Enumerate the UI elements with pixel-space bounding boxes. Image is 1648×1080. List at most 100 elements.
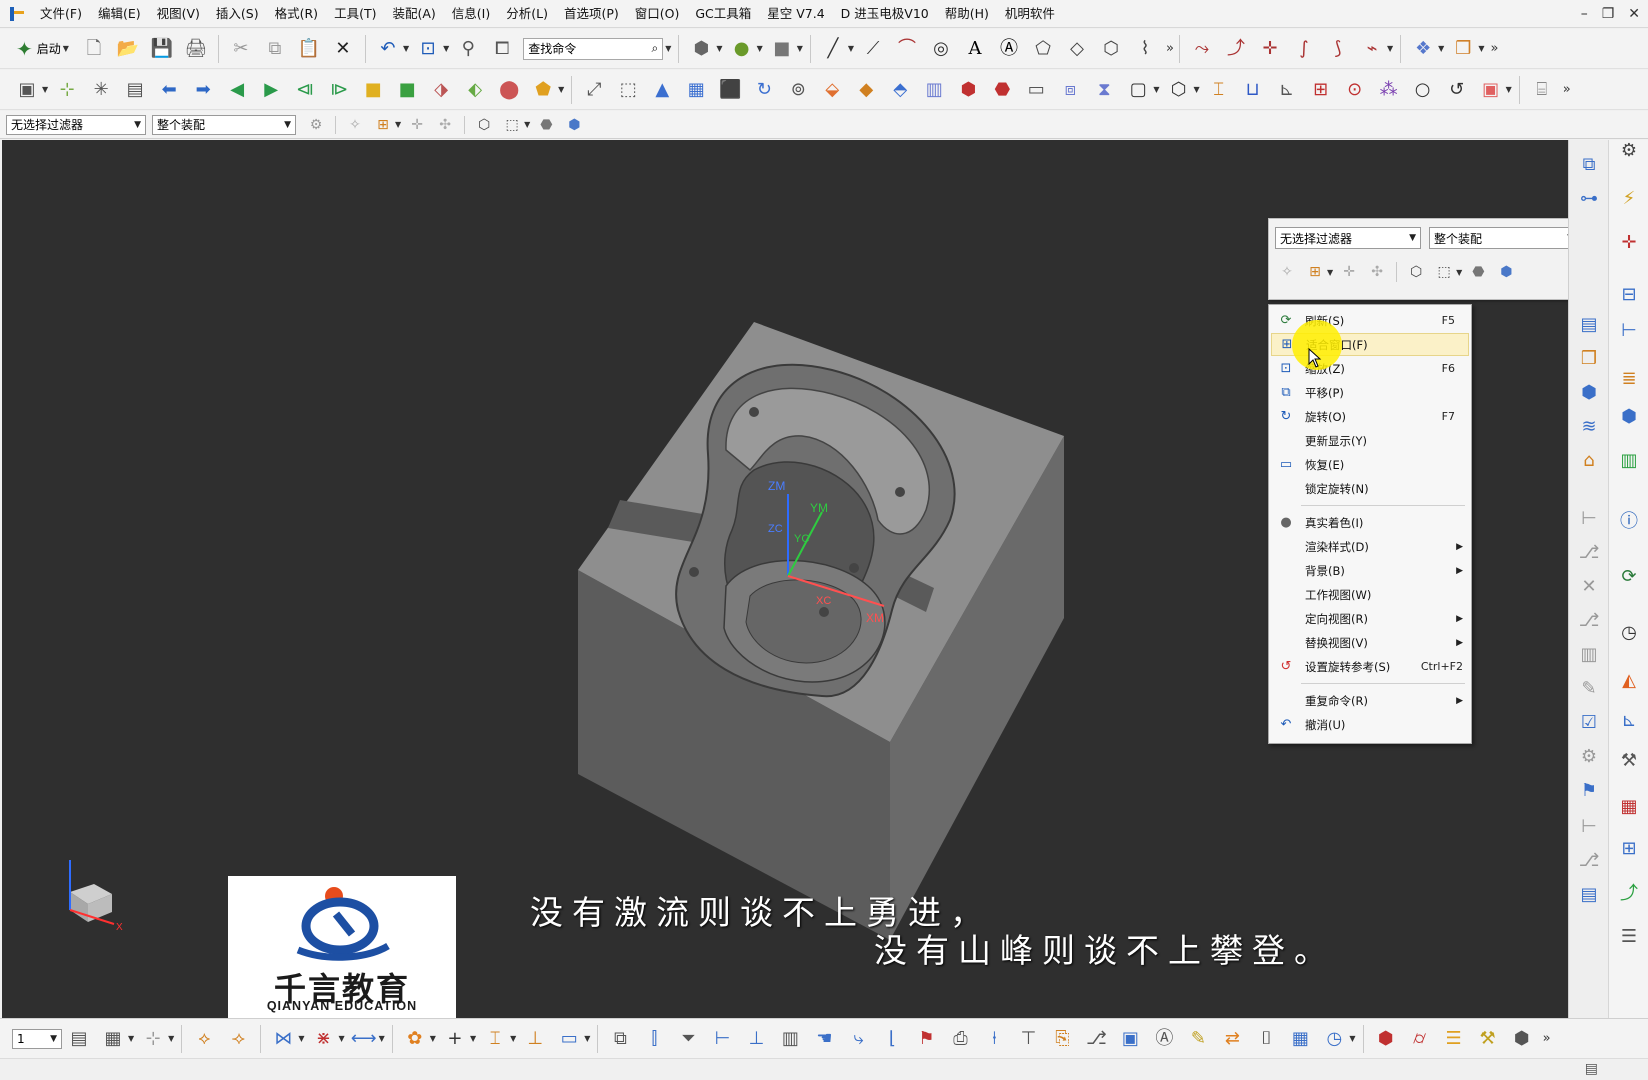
previous-view-icon[interactable]: ◀ [222,75,252,105]
color-palette-icon[interactable]: ✿ [400,1024,430,1054]
spectrum-icon[interactable]: ◭ [1615,666,1643,694]
menu-item-pan[interactable]: ⧉ 平移(P) [1271,381,1469,404]
menu-view[interactable]: 视图(V) [149,0,208,28]
command-finder-icon[interactable]: ⚲ [453,34,483,64]
polygon-icon[interactable]: ⬡ [1163,75,1193,105]
chevron-down-icon[interactable]: ▼ [1438,44,1444,53]
search-icon[interactable]: ⌕ [652,41,659,56]
chevron-down-icon[interactable]: ▼ [797,44,803,53]
cube-tool-icon[interactable]: ⬢ [1615,402,1643,430]
chevron-down-icon[interactable]: ▼ [757,44,763,53]
abs-csys-icon[interactable]: ⊹ [52,75,82,105]
chevron-down-icon[interactable]: ▼ [338,1034,344,1043]
popup-scope-dropdown[interactable]: 整个装配 ▼ [1429,227,1579,249]
check-mate-icon[interactable]: ☑ [1575,708,1603,736]
view-left-icon[interactable]: ⧏ [290,75,320,105]
swap-icon[interactable]: ⇄ [1217,1024,1247,1054]
rectangle-select-icon[interactable]: ⬚ [500,114,524,136]
measure-distance-icon[interactable]: ⟡ [189,1024,219,1054]
menu-assembly[interactable]: 装配(A) [384,0,443,28]
building-icon[interactable]: ▥ [775,1024,805,1054]
assembly-icon[interactable]: ❖ [1408,34,1438,64]
pad-icon[interactable]: ▦ [681,75,711,105]
menu-item-work-view[interactable]: 工作视图(W) [1271,583,1469,606]
move-object-icon[interactable]: ⤢ [579,75,609,105]
popup-filter-dropdown[interactable]: 无选择过滤器 ▼ [1275,227,1421,249]
refresh-doc-icon[interactable]: ⟳ [1615,562,1643,590]
chevron-down-icon[interactable]: ▼ [470,1034,476,1043]
settings-gear-icon[interactable]: ⚙ [1615,136,1643,164]
snap-end-icon[interactable]: ✣ [433,114,457,136]
wcs-icon[interactable]: ⊡ [413,34,443,64]
role-icon[interactable]: ⊢ [1575,504,1603,532]
align-left-icon[interactable]: ⊢ [707,1024,737,1054]
sketch-tool-icon[interactable]: ✎ [1575,674,1603,702]
note-icon[interactable]: ⎙ [945,1024,975,1054]
text-icon[interactable]: A [960,34,990,64]
shaded-view-icon[interactable]: ⬢ [686,34,716,64]
intersect-curve-icon[interactable]: ✛ [1255,34,1285,64]
align-bottom-icon[interactable]: ⊥ [741,1024,771,1054]
print-icon[interactable]: 🖨 [181,34,211,64]
search-command-input[interactable]: 查找命令 ⌕ [523,37,664,60]
chevron-down-icon[interactable]: ▼ [1506,85,1512,94]
measure-icon[interactable]: ⊾ [1272,75,1302,105]
flag-red-icon[interactable]: ⚑ [911,1024,941,1054]
move-right-icon[interactable]: ➡ [188,75,218,105]
image-icon[interactable]: ▣ [1115,1024,1145,1054]
select-body-icon[interactable]: ⬣ [1466,261,1490,283]
toolbar-overflow-icon[interactable]: » [1543,1031,1551,1046]
clock-icon[interactable]: ◷ [1615,618,1643,646]
hole-icon[interactable]: ⊚ [783,75,813,105]
dynamic-csys-icon[interactable]: ✳ [86,75,116,105]
calculator-icon[interactable]: ▦ [1285,1024,1315,1054]
undo-icon[interactable]: ↶ [373,34,403,64]
menu-item-render-style[interactable]: 渲染样式(D) ▶ [1271,535,1469,558]
work-layer-dropdown[interactable]: 1 ▼ [12,1028,62,1049]
basic-curve-icon[interactable]: ⟋ [858,34,888,64]
polygon-select-icon[interactable]: ⬡ [472,114,496,136]
pattern-icon[interactable]: ⁂ [1374,75,1404,105]
web-browser-icon[interactable]: ≋ [1575,412,1603,440]
robot-arm-icon[interactable]: ⚒ [1615,746,1643,774]
blend-icon[interactable]: ⧈ [1055,75,1085,105]
menu-edit[interactable]: 编辑(E) [90,0,149,28]
stamp-icon[interactable]: ⊥ [520,1024,550,1054]
paint-icon[interactable]: ⬟ [528,75,558,105]
circle-icon[interactable]: ◎ [926,34,956,64]
delete-icon[interactable]: ✕ [328,34,358,64]
books-icon[interactable]: ▥ [1615,446,1643,474]
chevron-down-icon[interactable]: ▼ [848,44,854,53]
toolbar-overflow-icon[interactable]: » [1563,82,1571,97]
render-sphere-icon[interactable]: ● [727,34,757,64]
chevron-down-icon[interactable]: ▼ [1478,44,1484,53]
layer-visible-icon[interactable]: ▦ [98,1024,128,1054]
show-icon[interactable]: ⬖ [460,75,490,105]
block-green-icon[interactable]: ■ [392,75,422,105]
color-edit-icon[interactable]: ⬤ [494,75,524,105]
chevron-down-icon[interactable]: ▼ [1349,1034,1355,1043]
chart-tool-icon[interactable]: ⊾ [1615,706,1643,734]
select-face-icon[interactable]: ⬢ [1494,261,1518,283]
start-button[interactable]: ✦ 启动 ▼ [10,34,77,64]
menu-item-background[interactable]: 背景(B) ▶ [1271,559,1469,582]
gear-tool-icon[interactable]: ⚙ [1575,742,1603,770]
book-icon[interactable]: ▭ [554,1024,584,1054]
chevron-down-icon[interactable]: ▼ [403,44,409,53]
selection-scope-dropdown[interactable]: 整个装配 ▼ [152,114,296,135]
annotation-icon[interactable]: ⎘ [1047,1024,1077,1054]
new-file-icon[interactable]: 🗋 [79,34,109,64]
unite-icon[interactable]: ⬢ [953,75,983,105]
menu-file[interactable]: 文件(F) [32,0,90,28]
join-curve-icon[interactable]: ⟆ [1323,34,1353,64]
hd3d-tools-icon[interactable]: ⬢ [1575,378,1603,406]
xt-export-icon[interactable]: ▣ [1476,75,1506,105]
menu-item-orient-view[interactable]: 定向视图(R) ▶ [1271,607,1469,630]
menu-analysis[interactable]: 分析(L) [498,0,556,28]
select-face-icon[interactable]: ⬢ [562,114,586,136]
bracket-icon[interactable]: ⌷ [1251,1024,1281,1054]
snap-point-icon[interactable]: ✧ [1275,261,1299,283]
box-icon[interactable]: ⬛ [715,75,745,105]
chevron-down-icon[interactable]: ▼ [1456,268,1462,277]
layer-settings-icon[interactable]: ▤ [64,1024,94,1054]
